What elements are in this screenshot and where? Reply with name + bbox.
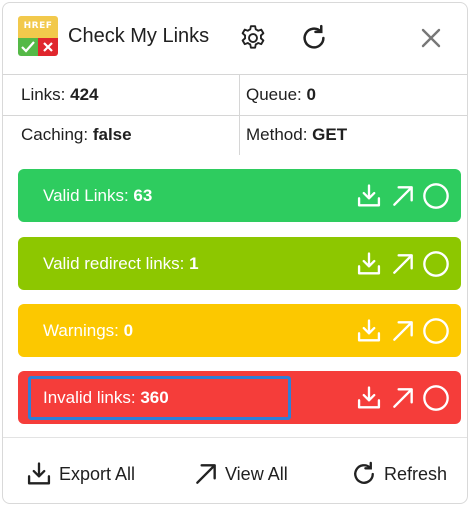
- open-warnings-button[interactable]: [388, 316, 418, 346]
- check-icon: [21, 41, 35, 53]
- stat-method-label: Method:: [246, 125, 313, 144]
- refresh-button[interactable]: Refresh: [350, 460, 447, 488]
- warnings-label: Warnings: 0: [43, 304, 133, 357]
- open-external-icon: [393, 388, 413, 408]
- stat-caching: Caching: false: [3, 115, 239, 155]
- close-button[interactable]: [414, 21, 448, 55]
- download-redirect-button[interactable]: [354, 249, 384, 279]
- valid-links-row[interactable]: Valid Links: 63: [18, 169, 461, 222]
- stat-links: Links: 424: [3, 75, 239, 115]
- stat-caching-value: false: [92, 125, 132, 144]
- invalid-links-row[interactable]: Invalid links: 360: [18, 371, 461, 424]
- open-external-icon: [393, 321, 413, 341]
- view-all-label: View All: [225, 463, 288, 484]
- open-redirect-button[interactable]: [388, 249, 418, 279]
- extension-popup: HREF Check My Links Links: 424 Queue: 0 …: [2, 2, 468, 504]
- stat-links-label: Links:: [21, 85, 71, 104]
- reload-icon: [354, 461, 374, 484]
- valid-links-label: Valid Links: 63: [43, 169, 152, 222]
- logo-cross-tile: [38, 38, 58, 56]
- cross-icon: [43, 42, 53, 52]
- export-all-label: Export All: [59, 463, 136, 484]
- open-invalid-button[interactable]: [388, 383, 418, 413]
- open-external-icon: [393, 254, 413, 274]
- download-icon: [357, 252, 381, 275]
- stat-method: Method: GET: [239, 115, 467, 155]
- stat-links-value: 424: [70, 85, 99, 104]
- valid-redirect-links-row[interactable]: Valid redirect links: 1: [18, 237, 461, 290]
- open-valid-button[interactable]: [388, 181, 418, 211]
- download-warnings-button[interactable]: [354, 316, 384, 346]
- row-label-text: Valid redirect links:: [43, 254, 190, 273]
- circle-toggle-icon: [423, 318, 449, 344]
- open-external-icon: [196, 464, 216, 484]
- reload-button[interactable]: [297, 21, 331, 55]
- invalid-links-label: Invalid links: 360: [43, 371, 169, 424]
- refresh-label: Refresh: [384, 463, 448, 484]
- row-count: 63: [133, 186, 153, 205]
- circle-toggle-icon: [423, 385, 449, 411]
- download-icon: [357, 184, 381, 207]
- view-all-button[interactable]: View All: [193, 460, 288, 488]
- popup-footer: Export All View All Refresh: [3, 437, 467, 503]
- export-all-button[interactable]: Export All: [25, 460, 135, 488]
- download-valid-button[interactable]: [354, 181, 384, 211]
- settings-gear-icon: [241, 25, 265, 49]
- circle-toggle-icon: [423, 183, 449, 209]
- stat-method-value: GET: [312, 125, 348, 144]
- download-icon: [357, 386, 381, 409]
- toggle-valid-button[interactable]: [421, 181, 451, 211]
- close-icon: [421, 28, 441, 48]
- logo-text: HREF: [18, 16, 58, 38]
- logo-check-tile: [18, 38, 38, 56]
- row-label-text: Invalid links:: [43, 388, 141, 407]
- stat-queue-label: Queue:: [246, 85, 307, 104]
- stat-queue-value: 0: [306, 85, 316, 104]
- download-icon: [27, 462, 51, 485]
- download-invalid-button[interactable]: [354, 383, 384, 413]
- row-count: 1: [189, 254, 199, 273]
- row-label-text: Valid Links:: [43, 186, 134, 205]
- settings-button[interactable]: [236, 21, 270, 55]
- download-icon: [357, 319, 381, 342]
- stat-queue: Queue: 0: [239, 75, 467, 115]
- stat-caching-label: Caching:: [21, 125, 93, 144]
- popup-header: HREF Check My Links: [3, 3, 467, 75]
- app-logo: HREF: [18, 16, 58, 56]
- toggle-redirect-button[interactable]: [421, 249, 451, 279]
- toggle-warnings-button[interactable]: [421, 316, 451, 346]
- stats-grid: Links: 424 Queue: 0 Caching: false Metho…: [3, 75, 467, 155]
- row-count: 360: [140, 388, 169, 407]
- app-title: Check My Links: [68, 25, 210, 47]
- reload-icon: [303, 24, 325, 49]
- toggle-invalid-button[interactable]: [421, 383, 451, 413]
- warnings-row[interactable]: Warnings: 0: [18, 304, 461, 357]
- row-label-text: Warnings:: [43, 321, 124, 340]
- row-count: 0: [123, 321, 134, 340]
- valid-redirect-links-label: Valid redirect links: 1: [43, 237, 199, 290]
- open-external-icon: [393, 186, 413, 206]
- circle-toggle-icon: [423, 251, 449, 277]
